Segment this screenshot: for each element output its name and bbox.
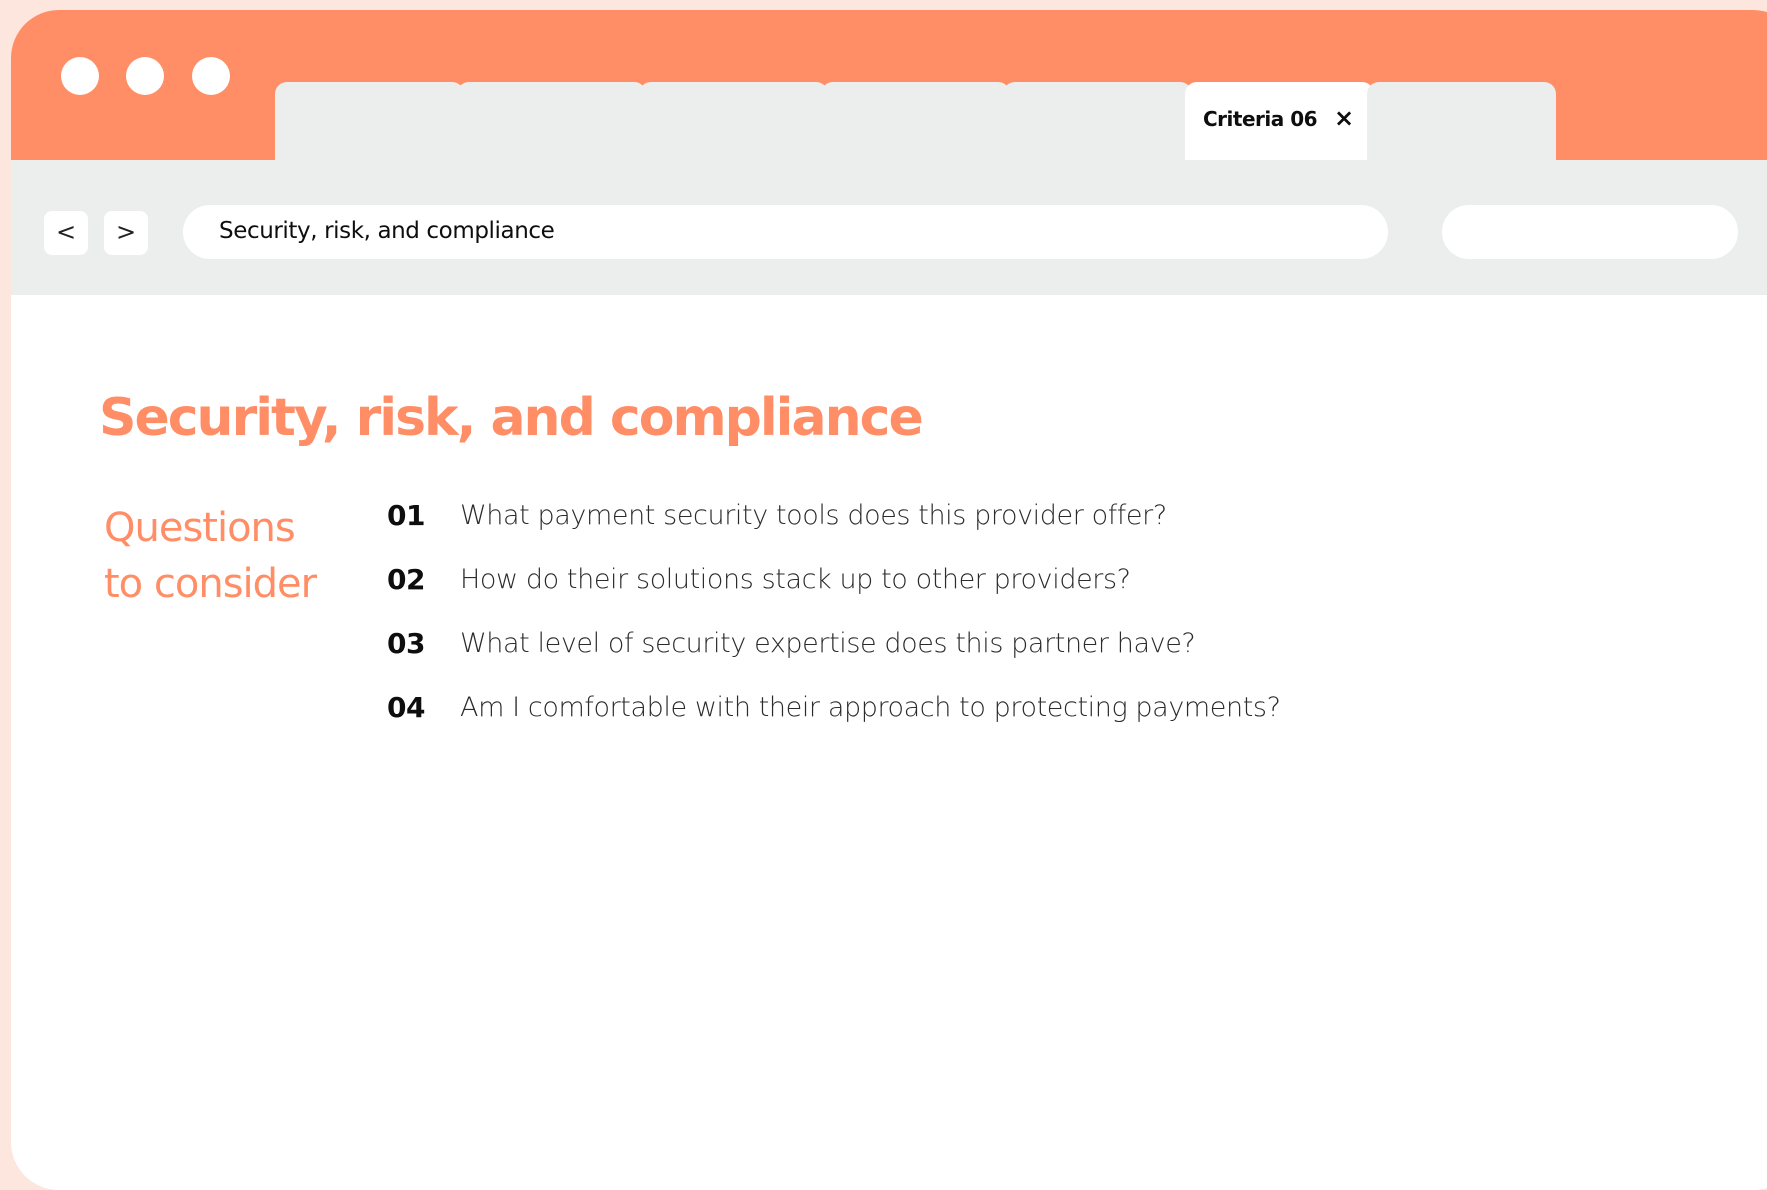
question-text: What level of security expertise does th…	[460, 628, 1196, 659]
questions-label-line: to consider	[104, 561, 317, 607]
question-text: How do their solutions stack up to other…	[460, 564, 1131, 595]
question-number: 01	[387, 499, 425, 532]
address-bar[interactable]: Security, risk, and compliance	[183, 205, 1388, 259]
question-text: Am I comfortable with their approach to …	[460, 692, 1281, 723]
forward-button[interactable]: >	[104, 211, 148, 255]
page-title: Security, risk, and compliance	[99, 388, 924, 448]
tab-label: Criteria 06	[1203, 107, 1318, 131]
back-button[interactable]: <	[44, 211, 88, 255]
close-icon[interactable]: ×	[1330, 104, 1358, 132]
question-number: 04	[387, 691, 425, 724]
browser-window: Criteria 06 × < > Security, risk, and co…	[11, 10, 1767, 1190]
tab[interactable]	[639, 82, 828, 160]
window-dot-icon[interactable]	[126, 57, 164, 95]
tab[interactable]	[1367, 82, 1556, 160]
question-text: What payment security tools does this pr…	[460, 500, 1167, 531]
questions-label-line: Questions	[104, 505, 296, 551]
title-bar: Criteria 06 ×	[11, 10, 1767, 160]
search-input[interactable]	[1442, 205, 1738, 259]
question-number: 03	[387, 627, 425, 660]
browser-toolbar: < > Security, risk, and compliance	[11, 160, 1767, 295]
tab[interactable]	[821, 82, 1010, 160]
address-text: Security, risk, and compliance	[219, 218, 555, 244]
tab-criteria-06[interactable]: Criteria 06 ×	[1185, 82, 1374, 160]
tab[interactable]	[457, 82, 646, 160]
window-dot-icon[interactable]	[192, 57, 230, 95]
questions-label: Questions to consider	[104, 500, 344, 612]
tab[interactable]	[1003, 82, 1192, 160]
tab[interactable]	[275, 82, 464, 160]
question-number: 02	[387, 563, 425, 596]
window-dot-icon[interactable]	[61, 57, 99, 95]
